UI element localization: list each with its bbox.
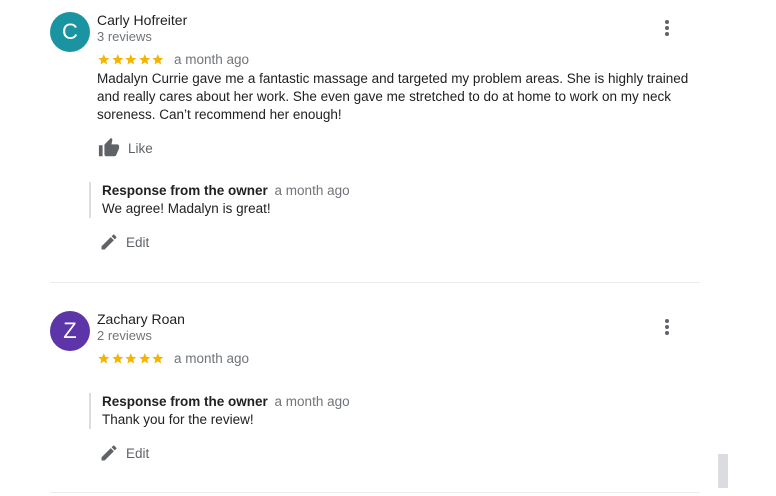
star-icon	[125, 54, 137, 65]
star-icon	[152, 54, 164, 65]
owner-response-text: Thank you for the review!	[102, 412, 254, 427]
reviewer-name[interactable]: Carly Hofreiter	[97, 12, 187, 28]
owner-response: Response from the owner a month ago We a…	[89, 182, 702, 218]
like-button[interactable]: Like	[97, 137, 153, 159]
more-vert-icon	[665, 319, 669, 323]
star-rating	[97, 53, 165, 66]
review-count[interactable]: 3 reviews	[97, 29, 152, 44]
owner-response-title: Response from the owner	[102, 183, 268, 198]
star-icon	[111, 353, 123, 364]
pencil-icon	[101, 234, 117, 250]
star-icon	[98, 54, 110, 65]
edit-response-button[interactable]: Edit	[99, 232, 149, 252]
owner-response-time: a month ago	[274, 394, 350, 409]
star-rating	[97, 352, 165, 365]
like-label: Like	[128, 140, 153, 156]
rating-row: a month ago	[97, 52, 249, 67]
owner-response-title: Response from the owner	[102, 394, 268, 409]
scrollbar-thumb[interactable]	[718, 454, 728, 488]
thumbs-up-icon	[98, 137, 120, 157]
pencil-icon	[101, 445, 117, 461]
reviewer-name[interactable]: Zachary Roan	[97, 311, 185, 327]
more-vert-icon	[665, 331, 669, 335]
review-divider	[50, 282, 700, 283]
star-icon	[125, 353, 137, 364]
star-icon	[139, 54, 150, 65]
review-count[interactable]: 2 reviews	[97, 328, 152, 343]
star-icon	[152, 353, 164, 364]
edit-label: Edit	[126, 234, 150, 250]
owner-response-text: We agree! Madalyn is great!	[102, 201, 271, 216]
owner-response-time: a month ago	[274, 183, 350, 198]
review-time: a month ago	[173, 351, 250, 366]
more-vert-icon	[665, 20, 669, 24]
edit-response-button[interactable]: Edit	[99, 443, 149, 463]
more-vert-icon	[665, 32, 669, 36]
more-vert-icon	[665, 26, 669, 30]
review-text: Madalyn Currie gave me a fantastic massa…	[97, 71, 689, 122]
review-divider	[50, 492, 700, 493]
star-icon	[139, 353, 150, 364]
more-options-button[interactable]	[657, 317, 677, 339]
star-icon	[98, 353, 110, 364]
more-vert-icon	[665, 325, 669, 329]
avatar[interactable]: Z	[50, 311, 90, 351]
star-icon	[111, 54, 123, 65]
avatar[interactable]: C	[50, 12, 90, 52]
owner-response: Response from the owner a month ago Than…	[89, 393, 702, 429]
rating-row: a month ago	[97, 351, 249, 366]
review-time: a month ago	[173, 52, 250, 67]
more-options-button[interactable]	[657, 18, 677, 40]
edit-label: Edit	[126, 445, 150, 461]
